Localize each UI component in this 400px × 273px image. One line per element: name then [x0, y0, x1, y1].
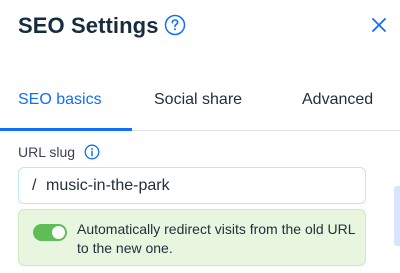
redirect-notice-text: Automatically redirect visits from the o…: [77, 221, 356, 256]
toggle-knob: [52, 226, 65, 239]
url-slug-label: URL slug: [18, 144, 76, 160]
close-icon[interactable]: [370, 16, 388, 34]
url-slug-input[interactable]: / music-in-the-park: [18, 167, 366, 204]
tab-seo-basics[interactable]: SEO basics: [18, 78, 102, 128]
panel-title: SEO Settings: [18, 13, 159, 38]
tab-bar: SEO basics Social share Advanced: [0, 78, 400, 132]
tab-advanced[interactable]: Advanced: [302, 78, 373, 128]
redirect-toggle[interactable]: [33, 224, 67, 241]
url-slug-value: music-in-the-park: [46, 177, 170, 194]
info-icon[interactable]: [84, 144, 100, 160]
seo-settings-panel: SEO Settings SEO basics Social share Adv…: [0, 0, 400, 273]
panel-header: SEO Settings: [0, 0, 400, 60]
tab-social-share[interactable]: Social share: [154, 78, 242, 128]
redirect-notice: Automatically redirect visits from the o…: [18, 209, 366, 266]
url-slug-prefix: /: [32, 177, 37, 194]
scrollbar-thumb[interactable]: [394, 186, 400, 246]
active-tab-indicator: [0, 128, 132, 131]
question-circle-icon[interactable]: [164, 14, 186, 36]
